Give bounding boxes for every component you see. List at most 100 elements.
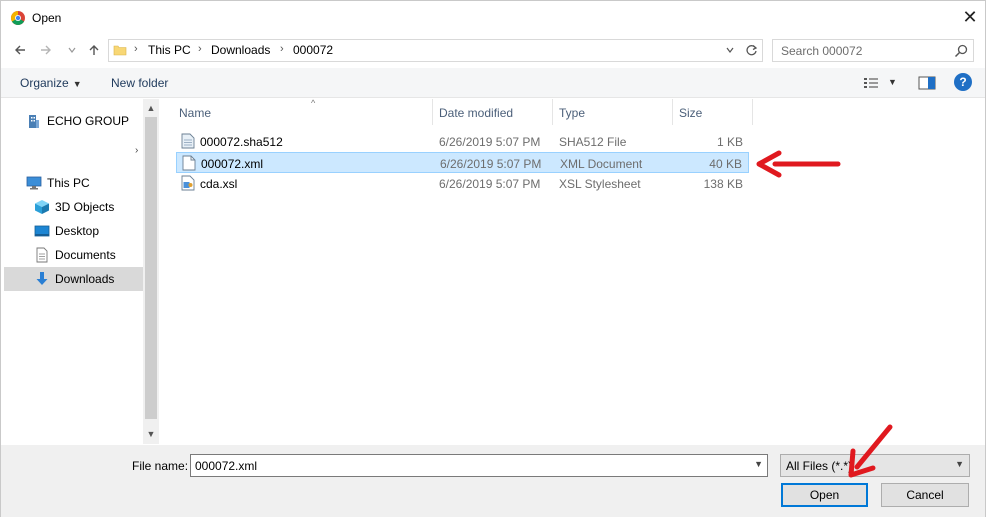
new-folder-button[interactable]: New folder — [111, 76, 168, 90]
chevron-down-icon — [726, 47, 734, 53]
column-label: Name — [179, 106, 212, 120]
up-button[interactable] — [85, 41, 103, 59]
nav-item-downloads[interactable]: Downloads — [4, 267, 143, 291]
file-list: Name ^ Date modified Type Size 000072.sh… — [161, 98, 985, 444]
navigation-row: › This PC › Downloads › 000072 Search 00… — [1, 35, 985, 67]
chrome-icon — [11, 11, 25, 25]
downloads-icon — [36, 272, 48, 285]
search-icon — [954, 44, 968, 58]
chevron-down-icon — [68, 47, 76, 53]
cancel-button[interactable]: Cancel — [881, 483, 969, 507]
address-bar[interactable]: › This PC › Downloads › 000072 — [108, 39, 763, 62]
nav-label: 3D Objects — [55, 200, 115, 214]
file-row[interactable]: 000072.sha512 6/26/2019 5:07 PM SHA512 F… — [176, 131, 749, 152]
close-icon: ✕ — [962, 6, 978, 27]
help-icon[interactable]: ? — [954, 73, 972, 91]
organize-label: Organize — [20, 76, 69, 90]
new-folder-label: New folder — [111, 76, 169, 90]
file-date: 6/26/2019 5:07 PM — [439, 135, 541, 149]
organize-button[interactable]: Organize ▼ — [20, 76, 82, 90]
file-name-value: 000072.xml — [195, 459, 258, 473]
folder-icon — [113, 45, 127, 56]
breadcrumb-this-pc[interactable]: This PC — [148, 43, 191, 57]
nav-item-3d-objects[interactable]: 3D Objects — [4, 195, 143, 219]
chevron-down-icon[interactable]: ▼ — [754, 459, 763, 469]
preview-pane-icon[interactable] — [918, 76, 936, 90]
file-type: SHA512 File — [559, 135, 627, 149]
nav-label: ECHO GROUP — [47, 114, 130, 128]
xml-file-icon — [182, 155, 196, 171]
open-file-dialog: Open ✕ › This PC › Downloads › 000072 Se… — [0, 0, 986, 517]
nav-label: Desktop — [55, 224, 100, 238]
breadcrumb-separator: › — [198, 43, 202, 55]
file-size: 40 KB — [709, 157, 742, 171]
column-header-size[interactable]: Size — [673, 99, 753, 125]
breadcrumb-separator: › — [134, 43, 138, 55]
open-button[interactable]: Open — [781, 483, 868, 507]
file-type: XML Document — [560, 157, 643, 171]
filter-value: All Files (*.*) — [786, 459, 853, 473]
sort-ascending-icon: ^ — [311, 98, 316, 108]
file-date: 6/26/2019 5:07 PM — [440, 157, 542, 171]
file-name-input[interactable]: 000072.xml ▼ — [190, 454, 768, 477]
column-label: Type — [559, 106, 586, 120]
title-bar: Open ✕ — [1, 1, 985, 35]
nav-item-echo-group[interactable]: ECHO GROUP — [4, 109, 143, 133]
dialog-footer: File name: 000072.xml ▼ All Files (*.*) … — [1, 445, 985, 517]
scroll-up-icon[interactable]: ▲ — [143, 101, 159, 115]
refresh-button[interactable] — [743, 41, 759, 59]
file-name: 000072.xml — [201, 157, 264, 171]
breadcrumb-000072[interactable]: 000072 — [293, 43, 333, 57]
refresh-icon — [745, 44, 757, 55]
chevron-down-icon: ▼ — [955, 459, 964, 469]
file-row-selected[interactable]: 000072.xml 6/26/2019 5:07 PM XML Documen… — [176, 152, 749, 173]
back-button[interactable] — [11, 41, 29, 59]
command-bar: Organize ▼ New folder ▼ ? — [1, 68, 985, 98]
file-size: 1 KB — [716, 135, 743, 149]
forward-button[interactable] — [37, 41, 55, 59]
expand-chevron-icon[interactable]: › — [135, 145, 138, 156]
file-row[interactable]: cda.xsl 6/26/2019 5:07 PM XSL Stylesheet… — [176, 173, 749, 194]
forward-arrow-icon — [41, 45, 51, 55]
nav-scrollbar[interactable]: ▲ ▼ — [143, 99, 159, 444]
caret-down-icon[interactable]: ▼ — [888, 77, 897, 87]
nav-label: This PC — [47, 176, 90, 190]
column-header-date[interactable]: Date modified — [433, 99, 553, 125]
column-label: Date modified — [439, 106, 514, 120]
file-type-filter-select[interactable]: All Files (*.*) ▼ — [780, 454, 970, 477]
file-type: XSL Stylesheet — [559, 177, 641, 191]
nav-item-documents[interactable]: Documents — [4, 243, 143, 267]
xsl-file-icon — [181, 175, 195, 191]
file-name: cda.xsl — [200, 177, 238, 191]
recent-locations-button[interactable] — [63, 41, 81, 59]
text-file-icon — [181, 133, 195, 149]
file-name-label: File name: — [132, 459, 189, 473]
file-name: 000072.sha512 — [200, 135, 283, 149]
file-size: 138 KB — [703, 177, 743, 191]
nav-item-desktop[interactable]: Desktop — [4, 219, 143, 243]
close-button[interactable]: ✕ — [959, 6, 981, 28]
column-label: Size — [679, 106, 703, 120]
column-header-name[interactable]: Name ^ — [173, 98, 433, 125]
window-title: Open — [32, 11, 62, 25]
search-box[interactable]: Search 000072 — [772, 39, 974, 62]
nav-label: Downloads — [55, 272, 115, 286]
file-date: 6/26/2019 5:07 PM — [439, 177, 541, 191]
back-arrow-icon — [15, 45, 25, 55]
nav-item-this-pc[interactable]: This PC — [4, 171, 143, 195]
computer-icon — [26, 176, 42, 190]
up-arrow-icon — [89, 45, 99, 55]
building-icon — [29, 115, 39, 128]
nav-label: Documents — [55, 248, 116, 262]
column-header-type[interactable]: Type — [553, 99, 673, 125]
scrollbar-thumb[interactable] — [145, 117, 157, 419]
3d-objects-icon — [35, 200, 49, 214]
desktop-icon — [34, 225, 50, 237]
address-dropdown-button[interactable] — [723, 42, 737, 58]
breadcrumb-downloads[interactable]: Downloads — [211, 43, 270, 57]
view-options-icon[interactable] — [863, 76, 879, 90]
documents-icon — [36, 247, 48, 263]
scroll-down-icon[interactable]: ▼ — [143, 427, 159, 441]
caret-down-icon: ▼ — [72, 79, 82, 89]
navigation-pane: ECHO GROUP › This PC 3D Objects Desktop — [4, 99, 159, 444]
